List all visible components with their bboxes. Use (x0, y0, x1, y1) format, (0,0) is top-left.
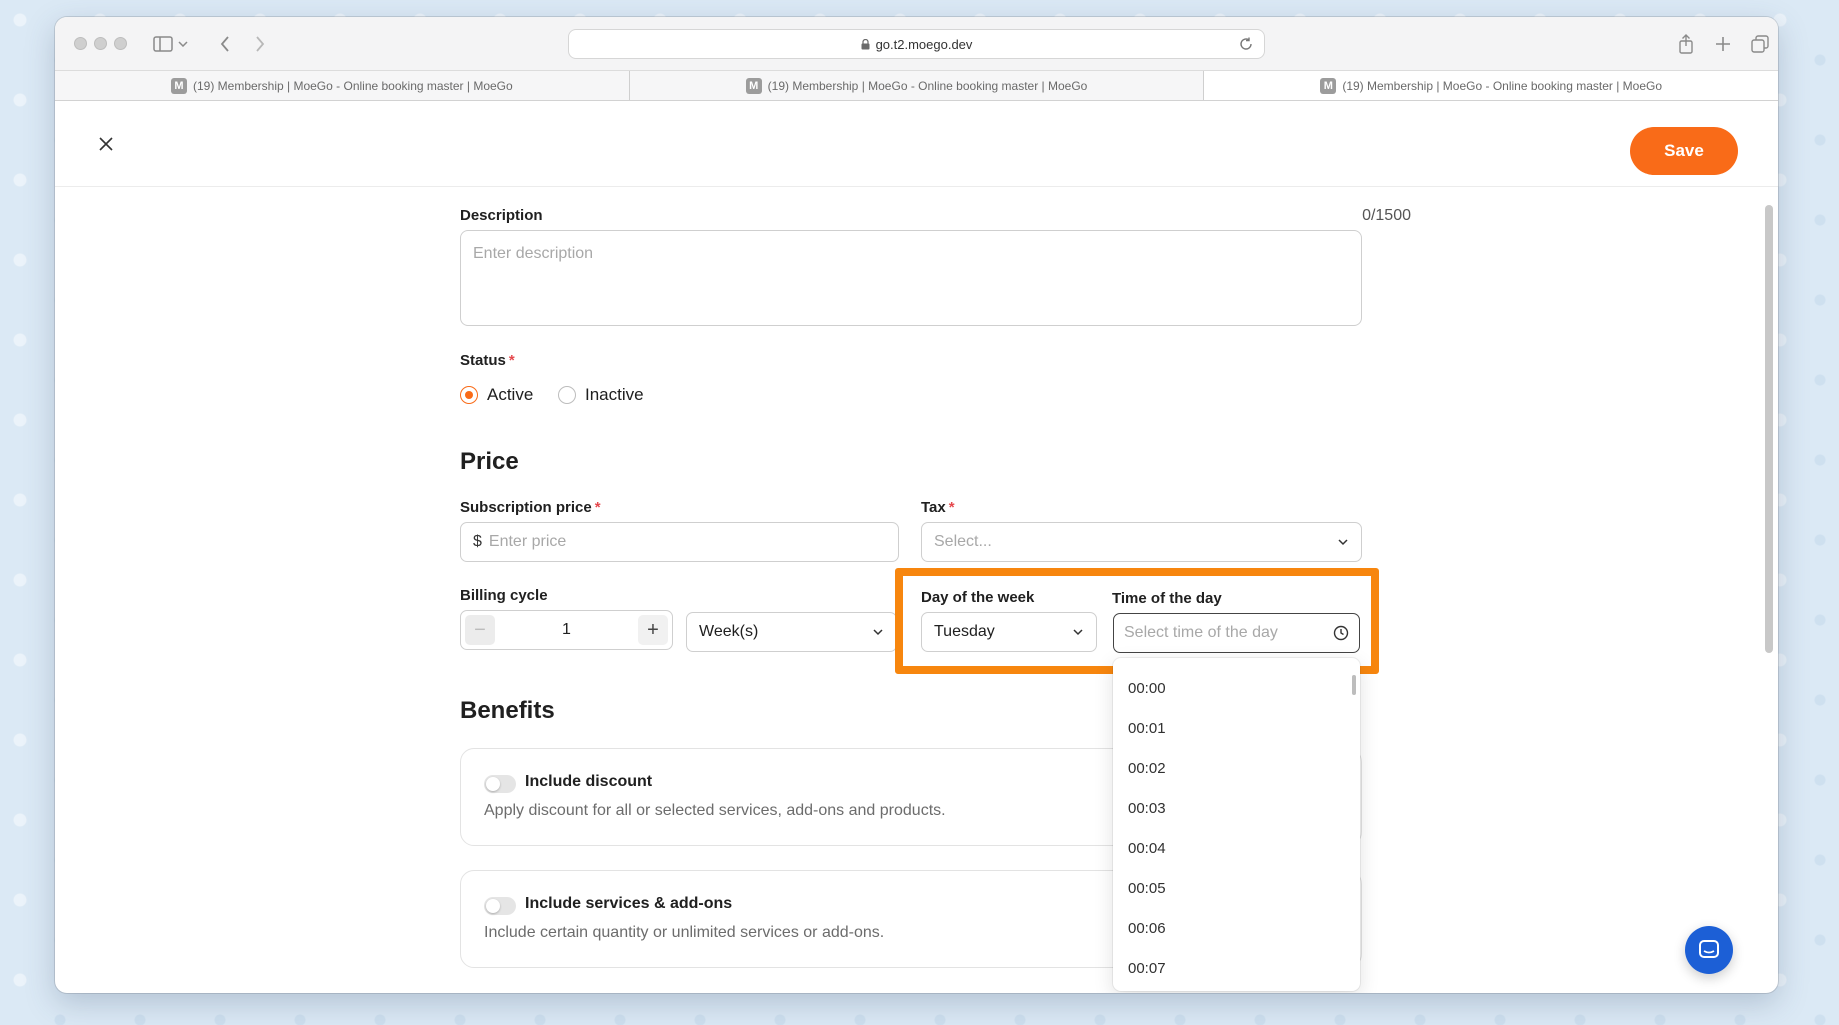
tab-overview-icon[interactable] (1747, 31, 1773, 57)
tab-label: (19) Membership | MoeGo - Online booking… (1342, 78, 1663, 93)
browser-tab-3[interactable]: M (19) Membership | MoeGo - Online booki… (1204, 71, 1778, 100)
time-option[interactable]: 00:06 (1113, 908, 1360, 948)
membership-form: Description 0/1500 Status* Active Inacti… (55, 188, 1778, 993)
tab-label: (19) Membership | MoeGo - Online booking… (192, 78, 513, 93)
day-of-week-value: Tuesday (934, 623, 995, 640)
radio-label: Active (487, 385, 534, 404)
billing-quantity-value: 1 (562, 621, 571, 638)
back-arrow-icon[interactable] (212, 31, 238, 57)
benefit-card-title: Include discount (525, 773, 653, 790)
include-services-toggle[interactable] (484, 897, 516, 915)
benefit-card-desc: Include certain quantity or unlimited se… (484, 924, 885, 941)
status-label: Status * (460, 352, 515, 369)
zoom-window-dot[interactable] (114, 37, 127, 50)
status-radio-active[interactable]: Active (460, 385, 533, 405)
browser-tab-2[interactable]: M (19) Membership | MoeGo - Online booki… (629, 71, 1205, 100)
time-option[interactable]: 00:07 (1113, 948, 1360, 988)
billing-unit-value: Week(s) (699, 623, 759, 640)
required-mark: * (594, 499, 601, 516)
billing-unit-select[interactable]: Week(s) (686, 612, 897, 652)
time-options-dropdown[interactable]: 00:00 00:01 00:02 00:03 00:04 00:05 00:0… (1113, 658, 1360, 991)
radio-checked-icon (460, 386, 478, 404)
moego-favicon-icon: M (745, 77, 762, 94)
time-option[interactable]: 00:03 (1113, 788, 1360, 828)
subscription-price-label: Subscription price * (460, 499, 601, 516)
browser-toolbar: go.t2.moego.dev (55, 17, 1778, 71)
share-icon[interactable] (1673, 31, 1699, 57)
address-bar[interactable]: go.t2.moego.dev (568, 29, 1265, 59)
clock-icon (1333, 625, 1349, 641)
new-tab-icon[interactable] (1710, 31, 1736, 57)
close-button[interactable] (93, 131, 119, 157)
billing-cycle-label: Billing cycle (460, 587, 548, 604)
include-discount-toggle[interactable] (484, 775, 516, 793)
chat-icon (1699, 940, 1719, 958)
description-label: Description (460, 207, 543, 224)
time-of-day-picker[interactable] (1113, 613, 1360, 653)
browser-window: go.t2.moego.dev M (19) Membership | MoeG… (55, 17, 1778, 993)
day-of-week-select[interactable]: Tuesday (921, 612, 1097, 652)
benefit-card-title: Include services & add-ons (525, 895, 733, 912)
chevron-down-icon (1338, 539, 1348, 546)
time-of-day-input[interactable] (1124, 624, 1333, 642)
chat-launcher-button[interactable] (1685, 926, 1733, 974)
close-icon (99, 137, 113, 151)
benefits-heading: Benefits (460, 697, 555, 724)
benefit-card-desc: Apply discount for all or selected servi… (484, 802, 946, 819)
currency-symbol: $ (473, 533, 482, 550)
dropdown-scrollbar[interactable] (1352, 675, 1356, 695)
time-option[interactable]: 00:05 (1113, 868, 1360, 908)
moego-favicon-icon: M (170, 77, 187, 94)
lock-icon (861, 38, 870, 49)
tax-select-placeholder: Select... (934, 533, 992, 550)
required-mark: * (508, 352, 515, 369)
url-text: go.t2.moego.dev (875, 36, 973, 52)
time-option[interactable]: 00:04 (1113, 828, 1360, 868)
required-mark: * (948, 499, 955, 516)
tax-label: Tax * (921, 499, 955, 516)
time-option[interactable]: 00:01 (1113, 708, 1360, 748)
app-header: Save (55, 101, 1778, 187)
moego-favicon-icon: M (1320, 77, 1337, 94)
price-heading: Price (460, 448, 519, 475)
forward-arrow-icon[interactable] (247, 31, 273, 57)
description-textarea[interactable] (460, 230, 1362, 326)
reload-icon[interactable] (1238, 36, 1254, 52)
tax-select[interactable]: Select... (921, 522, 1362, 562)
time-option[interactable]: 00:02 (1113, 748, 1360, 788)
billing-quantity-stepper[interactable]: − 1 + (460, 610, 673, 650)
close-window-dot[interactable] (74, 37, 87, 50)
chevron-down-icon (1073, 629, 1083, 636)
description-counter: 0/1500 (1362, 207, 1411, 224)
status-radio-inactive[interactable]: Inactive (558, 385, 644, 405)
subscription-price-input[interactable] (488, 533, 898, 551)
subscription-price-field[interactable]: $ (460, 522, 899, 562)
time-of-day-label: Time of the day (1112, 590, 1222, 607)
radio-label: Inactive (585, 385, 644, 404)
minimize-window-dot[interactable] (94, 37, 107, 50)
day-of-week-label: Day of the week (921, 589, 1035, 606)
save-button[interactable]: Save (1630, 127, 1738, 175)
decrement-button[interactable]: − (465, 615, 495, 645)
chevron-down-icon[interactable] (176, 31, 190, 57)
radio-unchecked-icon (558, 386, 576, 404)
time-option[interactable]: 00:00 (1113, 668, 1360, 708)
sidebar-toggle-icon[interactable] (150, 31, 176, 57)
tab-label: (19) Membership | MoeGo - Online booking… (767, 78, 1088, 93)
tab-strip: M (19) Membership | MoeGo - Online booki… (55, 71, 1778, 101)
increment-button[interactable]: + (638, 615, 668, 645)
chevron-down-icon (873, 629, 883, 636)
browser-tab-1[interactable]: M (19) Membership | MoeGo - Online booki… (55, 71, 630, 100)
